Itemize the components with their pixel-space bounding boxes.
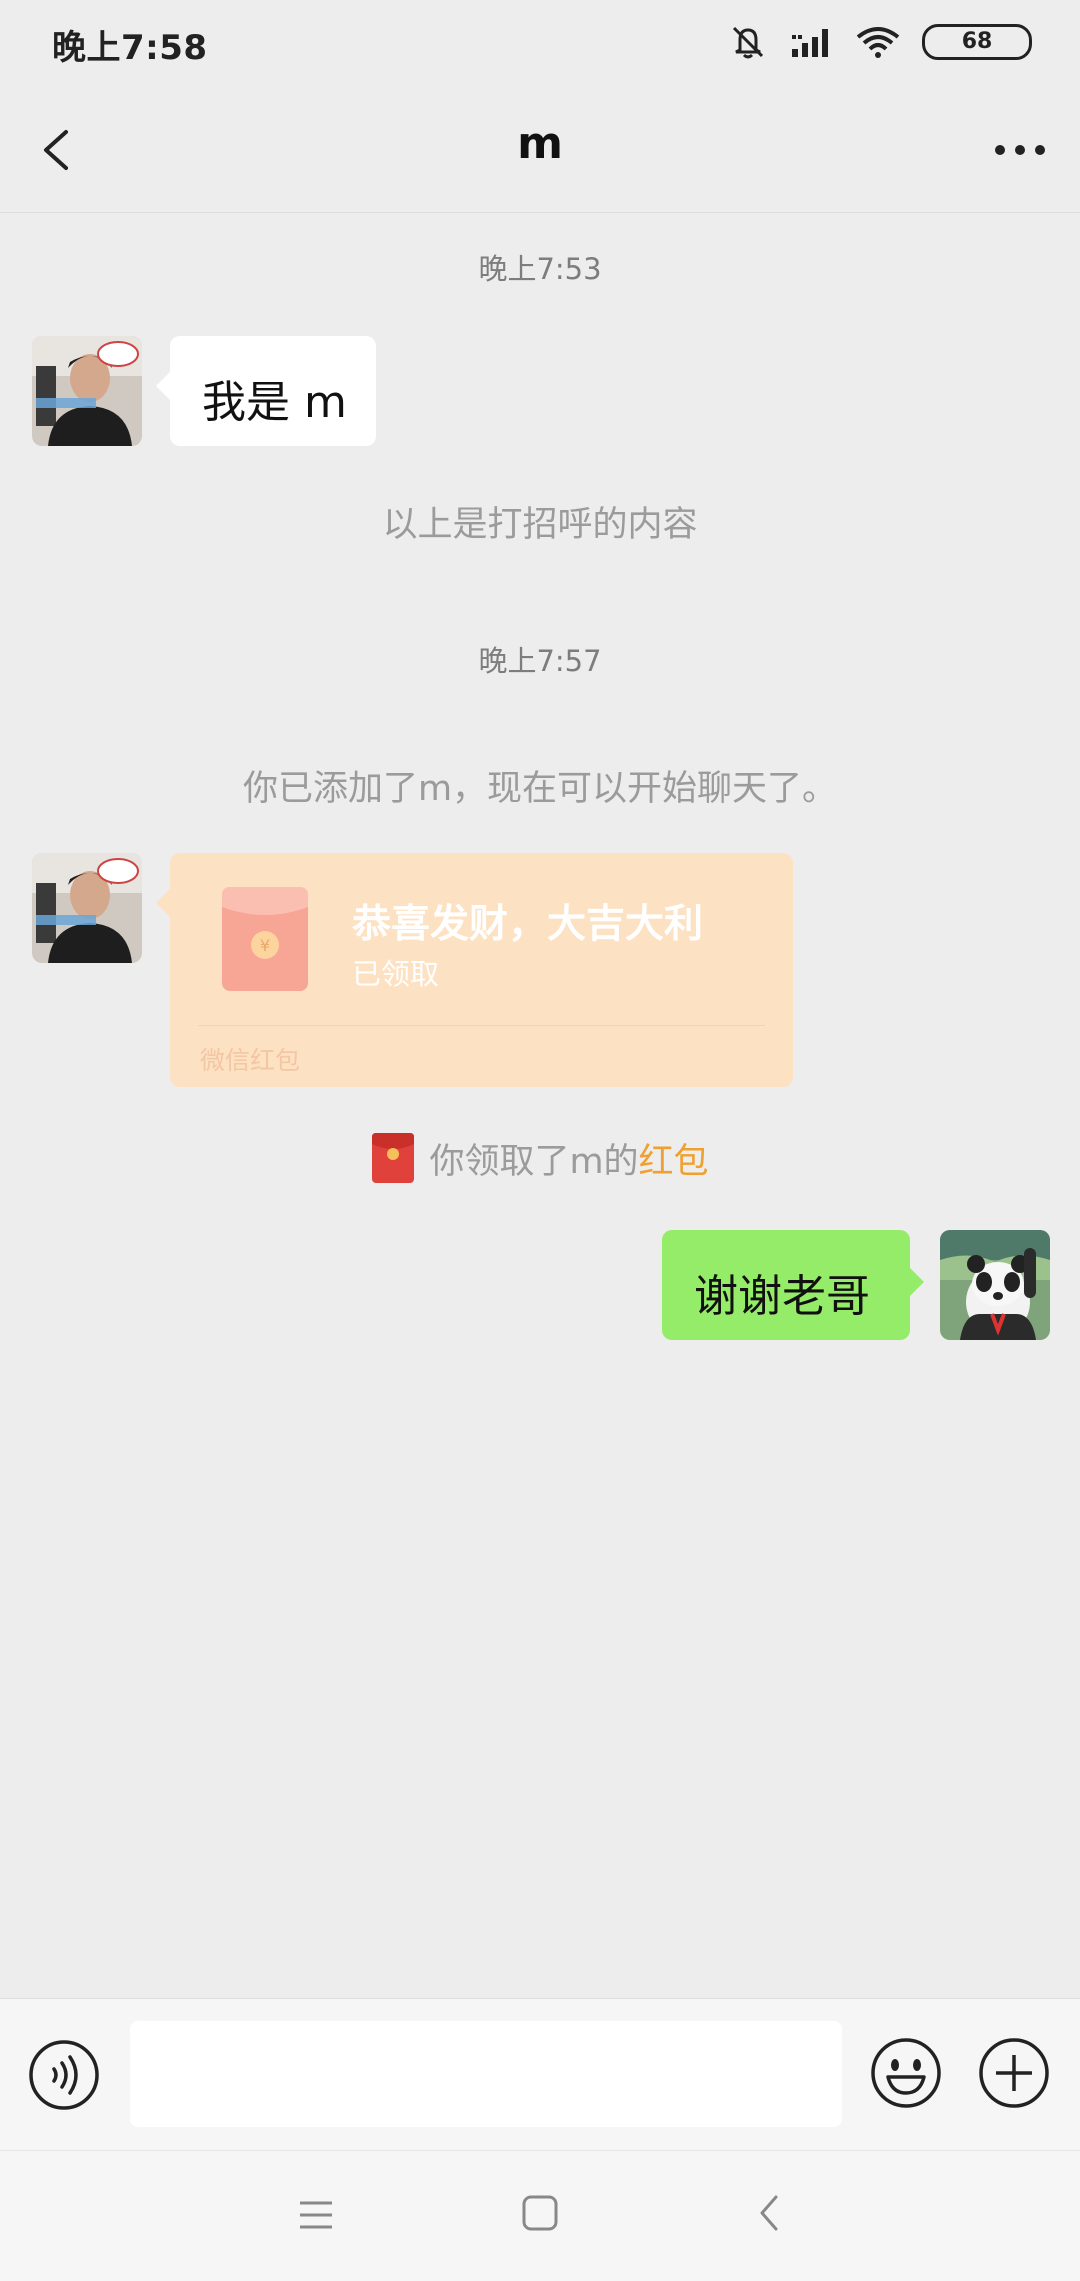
red-packet-title: 恭喜发财，大吉大利 — [352, 902, 704, 947]
message-input[interactable] — [130, 2021, 842, 2127]
red-packet-card[interactable]: ¥ 恭喜发财，大吉大利 已领取 微信红包 — [156, 853, 793, 1087]
received-note-text: 你领取了m的 — [429, 1141, 639, 1182]
my-avatar-image — [940, 1230, 1050, 1340]
greeting-note: 以上是打招呼的内容 — [382, 505, 698, 545]
contact-avatar-image — [32, 336, 142, 446]
status-icons: 68 — [728, 22, 1032, 62]
status-time: 晚上7:58 — [52, 28, 208, 68]
voice-input-icon[interactable] — [28, 2039, 100, 2111]
friend-added-note: 你已添加了m，现在可以开始聊天了。 — [242, 769, 838, 809]
timestamp: 晚上7:53 — [478, 252, 602, 286]
chat-header: m — [0, 90, 1080, 213]
menu-icon[interactable] — [296, 2195, 336, 2235]
back-nav-icon[interactable] — [750, 2193, 790, 2233]
contact-avatar[interactable] — [32, 853, 142, 963]
system-nav-bar — [0, 2150, 1080, 2281]
status-bar: 晚上7:58 68 — [0, 0, 1080, 90]
red-packet-footer: 微信红包 — [200, 1046, 301, 1075]
svg-text:¥: ¥ — [260, 936, 270, 955]
red-envelope-icon: ¥ — [222, 887, 308, 991]
mute-bell-icon — [732, 26, 764, 59]
chat-title: m — [517, 118, 563, 169]
small-red-envelope-icon — [372, 1133, 415, 1183]
battery-indicator: 68 — [922, 24, 1032, 60]
timestamp: 晚上7:57 — [478, 644, 602, 678]
red-packet-divider — [198, 1025, 765, 1026]
contact-avatar[interactable] — [32, 336, 142, 446]
my-avatar[interactable] — [940, 1230, 1050, 1340]
add-more-icon[interactable] — [978, 2037, 1050, 2109]
signal-icon — [792, 29, 828, 57]
input-bar — [0, 1998, 1080, 2151]
red-packet-link[interactable]: 红包 — [639, 1133, 709, 1184]
wifi-icon — [856, 27, 900, 58]
red-packet-received-note: 你领取了m的 红包 — [0, 1132, 1080, 1184]
red-packet-status: 已领取 — [352, 957, 440, 991]
more-options-icon[interactable] — [988, 120, 1052, 180]
emoji-icon[interactable] — [870, 2037, 942, 2109]
message-text: 我是 m — [202, 377, 347, 428]
incoming-message-bubble[interactable]: 我是 m — [156, 336, 376, 446]
outgoing-message-bubble[interactable]: 谢谢老哥 — [662, 1230, 924, 1340]
message-text: 谢谢老哥 — [694, 1271, 870, 1322]
home-icon[interactable] — [520, 2193, 560, 2233]
contact-avatar-image — [32, 853, 142, 963]
